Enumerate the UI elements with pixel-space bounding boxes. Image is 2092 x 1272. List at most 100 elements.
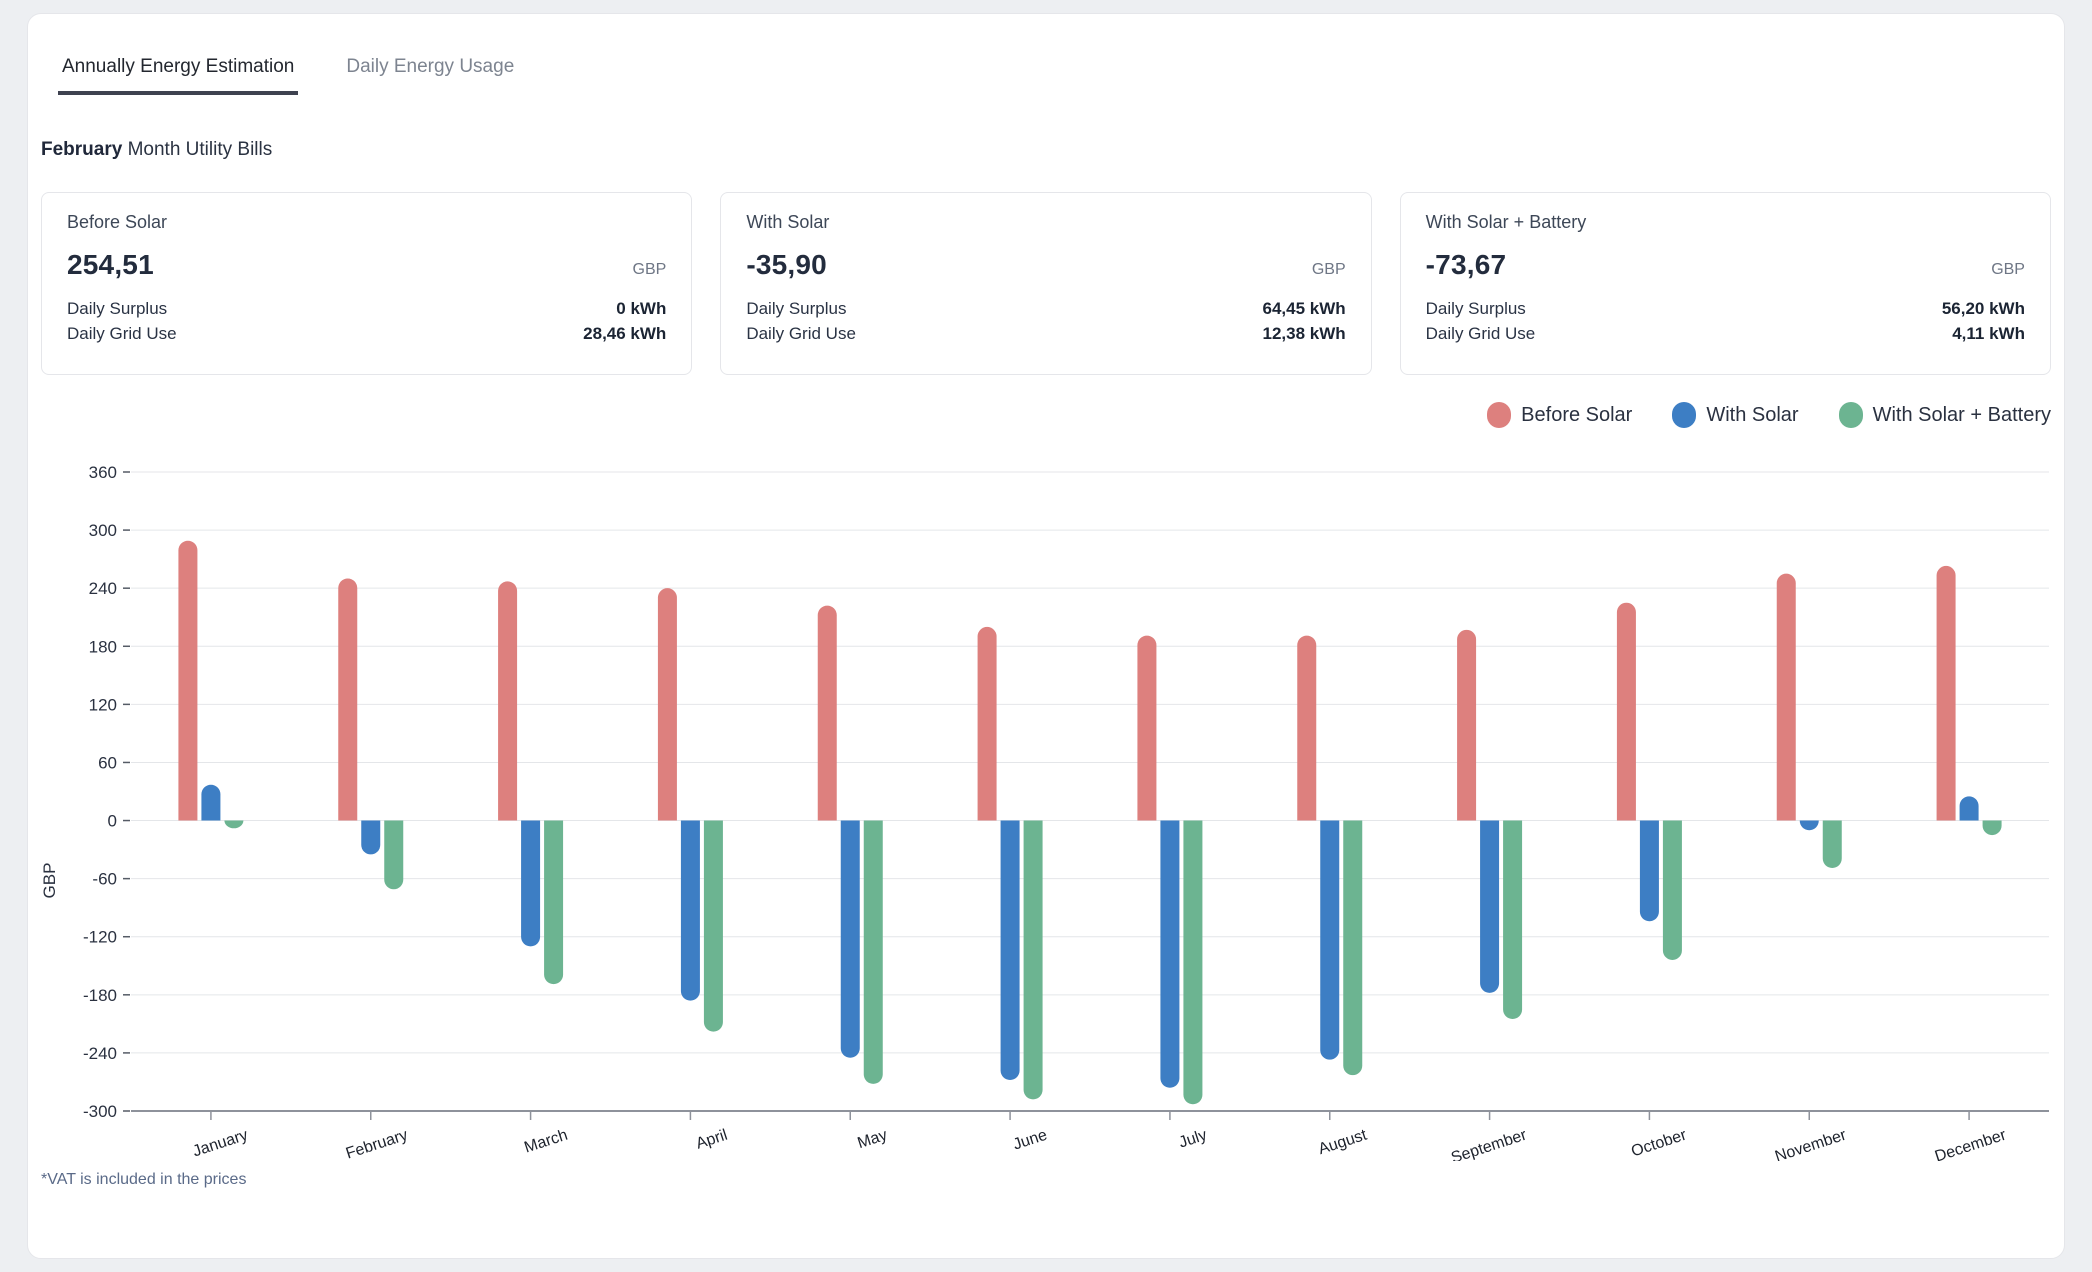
bar-with-solar-battery-october[interactable] [1663, 821, 1682, 960]
x-tick-label-august: August [1316, 1126, 1369, 1158]
row-value: 56,20 kWh [1942, 297, 2025, 322]
y-tick-label: 60 [98, 753, 117, 772]
bar-before-solar-december[interactable] [1937, 566, 1956, 821]
row-label: Daily Surplus [67, 297, 167, 322]
bar-before-solar-august[interactable] [1297, 636, 1316, 821]
bar-with-solar-battery-august[interactable] [1343, 821, 1362, 1076]
card-with-solar-battery: With Solar + Battery -73,67 GBP Daily Su… [1400, 192, 2051, 375]
vat-note: *VAT is included in the prices [41, 1171, 2051, 1189]
row-label: Daily Surplus [1426, 297, 1526, 322]
page-title-rest: Month Utility Bills [122, 139, 272, 160]
bar-with-solar-april[interactable] [681, 821, 700, 1001]
bar-with-solar-august[interactable] [1320, 821, 1339, 1060]
bar-with-solar-battery-june[interactable] [1024, 821, 1043, 1100]
legend-item-with-solar[interactable]: With Solar [1672, 402, 1798, 428]
x-tick-label-november: November [1773, 1126, 1849, 1161]
dashboard-panel: Annually Energy Estimation Daily Energy … [27, 13, 2065, 1259]
bar-with-solar-january[interactable] [201, 785, 220, 821]
x-tick-label-september: September [1449, 1126, 1529, 1161]
y-axis-title: GBP [41, 863, 59, 899]
y-tick-label: -180 [83, 986, 117, 1005]
summary-cards: Before Solar 254,51 GBP Daily Surplus 0 … [41, 192, 2051, 375]
bar-before-solar-april[interactable] [658, 588, 677, 820]
y-tick-label: 0 [108, 812, 117, 831]
card-row-daily-surplus: Daily Surplus 0 kWh [67, 297, 666, 322]
bar-with-solar-battery-april[interactable] [704, 821, 723, 1032]
row-label: Daily Grid Use [746, 322, 856, 347]
bar-with-solar-battery-july[interactable] [1183, 821, 1202, 1105]
card-row-daily-surplus: Daily Surplus 56,20 kWh [1426, 297, 2025, 322]
y-tick-label: 360 [89, 463, 117, 482]
legend-item-before-solar[interactable]: Before Solar [1487, 402, 1632, 428]
row-label: Daily Surplus [746, 297, 846, 322]
card-row-daily-grid-use: Daily Grid Use 12,38 kWh [746, 322, 1345, 347]
tab-daily-energy-usage[interactable]: Daily Energy Usage [342, 56, 518, 95]
card-row-daily-grid-use: Daily Grid Use 28,46 kWh [67, 322, 666, 347]
bar-before-solar-march[interactable] [498, 581, 517, 820]
card-currency: GBP [633, 261, 667, 279]
legend-swatch-with-solar-battery [1839, 402, 1863, 428]
y-tick-label: -60 [92, 870, 117, 889]
row-label: Daily Grid Use [1426, 322, 1536, 347]
bar-with-solar-march[interactable] [521, 821, 540, 947]
bar-before-solar-may[interactable] [818, 606, 837, 821]
bar-with-solar-battery-march[interactable] [544, 821, 563, 985]
bar-with-solar-battery-november[interactable] [1823, 821, 1842, 868]
bar-with-solar-february[interactable] [361, 821, 380, 855]
bar-before-solar-january[interactable] [178, 541, 197, 821]
y-tick-label: 180 [89, 637, 117, 656]
bar-with-solar-battery-february[interactable] [384, 821, 403, 890]
bar-chart: 360300240180120600-60-120-180-240-300GBP… [41, 449, 2051, 1161]
bar-with-solar-june[interactable] [1001, 821, 1020, 1080]
tab-annually-energy-estimation[interactable]: Annually Energy Estimation [58, 56, 298, 95]
row-label: Daily Grid Use [67, 322, 177, 347]
bar-chart-canvas: 360300240180120600-60-120-180-240-300GBP… [41, 449, 2051, 1161]
bar-with-solar-november[interactable] [1800, 821, 1819, 831]
card-before-solar: Before Solar 254,51 GBP Daily Surplus 0 … [41, 192, 692, 375]
row-value: 0 kWh [616, 297, 666, 322]
legend-swatch-before-solar [1487, 402, 1511, 428]
bar-before-solar-november[interactable] [1777, 574, 1796, 821]
card-currency: GBP [1312, 261, 1346, 279]
x-tick-label-october: October [1629, 1126, 1689, 1160]
row-value: 64,45 kWh [1263, 297, 1346, 322]
bar-with-solar-battery-september[interactable] [1503, 821, 1522, 1019]
bar-with-solar-july[interactable] [1160, 821, 1179, 1088]
x-tick-label-april: April [694, 1127, 730, 1153]
bar-before-solar-june[interactable] [978, 627, 997, 821]
bar-with-solar-october[interactable] [1640, 821, 1659, 922]
page-title: February Month Utility Bills [41, 139, 2051, 161]
card-currency: GBP [1991, 261, 2025, 279]
x-tick-label-december: December [1933, 1126, 2009, 1161]
x-tick-label-february: February [344, 1127, 410, 1161]
bar-before-solar-october[interactable] [1617, 603, 1636, 821]
x-tick-label-march: March [522, 1127, 570, 1157]
legend-label: With Solar [1706, 404, 1798, 427]
card-row-daily-grid-use: Daily Grid Use 4,11 kWh [1426, 322, 2025, 347]
y-tick-label: -240 [83, 1044, 117, 1063]
y-tick-label: -120 [83, 928, 117, 947]
card-title: With Solar + Battery [1426, 212, 2025, 233]
bar-before-solar-july[interactable] [1137, 636, 1156, 821]
legend-swatch-with-solar [1672, 402, 1696, 428]
bar-before-solar-september[interactable] [1457, 630, 1476, 821]
bar-with-solar-battery-january[interactable] [224, 821, 243, 829]
row-value: 12,38 kWh [1263, 322, 1346, 347]
card-with-solar: With Solar -35,90 GBP Daily Surplus 64,4… [720, 192, 1371, 375]
tab-bar: Annually Energy Estimation Daily Energy … [58, 56, 2051, 95]
bar-with-solar-battery-may[interactable] [864, 821, 883, 1084]
legend-item-with-solar-battery[interactable]: With Solar + Battery [1839, 402, 2051, 428]
row-value: 28,46 kWh [583, 322, 666, 347]
legend-label: With Solar + Battery [1873, 404, 2051, 427]
x-tick-label-july: July [1177, 1127, 1209, 1152]
bar-with-solar-battery-december[interactable] [1983, 821, 2002, 836]
y-tick-label: 240 [89, 579, 117, 598]
bar-before-solar-february[interactable] [338, 579, 357, 821]
card-amount: -35,90 [746, 249, 827, 281]
bar-with-solar-september[interactable] [1480, 821, 1499, 993]
y-tick-label: 120 [89, 695, 117, 714]
bar-with-solar-may[interactable] [841, 821, 860, 1058]
bar-with-solar-december[interactable] [1960, 796, 1979, 820]
y-tick-label: -300 [83, 1102, 117, 1121]
page-title-month: February [41, 139, 122, 160]
